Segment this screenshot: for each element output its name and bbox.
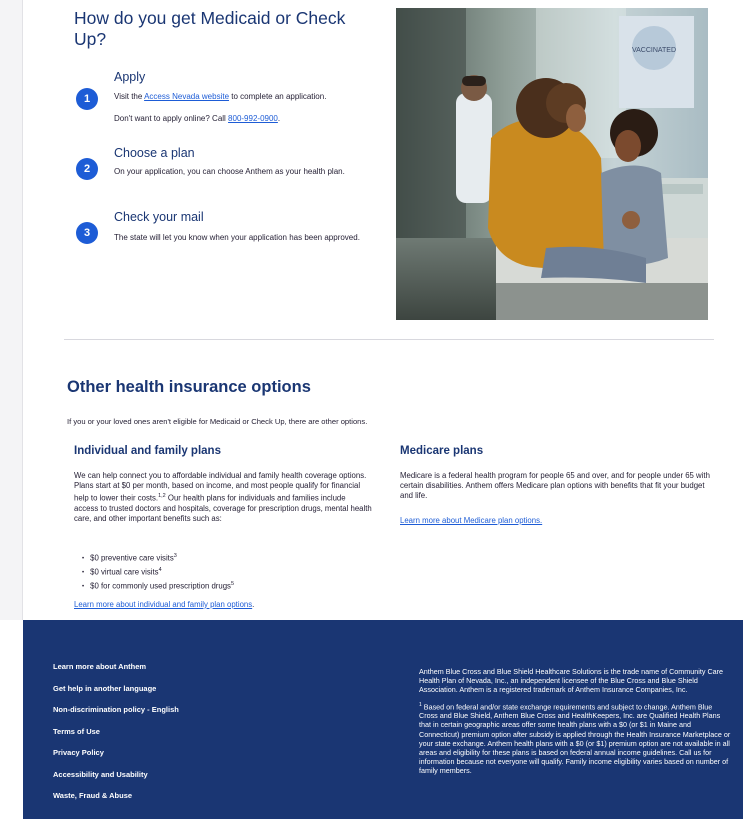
step-title: Check your mail <box>114 210 204 224</box>
footnote-ref: 5 <box>230 581 235 588</box>
footer-link-learn-more[interactable]: Learn more about Anthem <box>53 662 179 672</box>
step-title: Choose a plan <box>114 146 195 160</box>
step-text-call: Don't want to apply online? Call 800-992… <box>114 114 376 124</box>
medicare-link-wrap: Learn more about Medicare plan options. <box>400 516 542 525</box>
link-suffix: . <box>252 600 255 609</box>
footer-link-privacy[interactable]: Privacy Policy <box>53 748 179 758</box>
benefits-list: $0 preventive care visits3 $0 virtual ca… <box>82 551 234 593</box>
step-title: Apply <box>114 70 146 84</box>
step-number-badge: 1 <box>76 88 98 110</box>
step-text-suffix: . <box>277 114 281 123</box>
footer-link-waste-fraud[interactable]: Waste, Fraud & Abuse <box>53 791 179 801</box>
footnote-ref: 4 <box>158 567 162 574</box>
individual-plans-link[interactable]: Learn more about individual and family p… <box>74 600 252 609</box>
step-text-prefix: Visit the <box>114 92 145 101</box>
step-text: On your application, you can choose Anth… <box>114 167 345 176</box>
list-item-text: $0 for commonly used prescription drugs <box>90 581 231 591</box>
site-footer: Learn more about Anthem Get help in anot… <box>23 620 743 819</box>
legal-footnote-1: 1 Based on federal and/or state exchange… <box>419 701 731 776</box>
list-item-text: $0 virtual care visits <box>90 567 159 577</box>
footer-links: Learn more about Anthem Get help in anot… <box>53 662 179 813</box>
step-number-badge: 3 <box>76 222 98 244</box>
step-text-suffix: to complete an application. <box>229 92 327 101</box>
list-item-text: $0 preventive care visits <box>90 553 174 563</box>
footnote-ref: 3 <box>173 553 177 559</box>
medicare-plans-title: Medicare plans <box>400 445 484 457</box>
left-sidebar-edge <box>0 0 23 620</box>
phone-link[interactable]: 800-992-0900 <box>228 114 278 123</box>
list-item: $0 virtual care visits4 <box>82 565 234 579</box>
step-text: The state will let you know when your ap… <box>114 233 360 242</box>
clinic-photo-illustration: VACCINATED <box>396 8 708 320</box>
access-nevada-link[interactable]: Access Nevada website <box>144 92 229 101</box>
footnote-ref: 1,2 <box>158 493 166 500</box>
section-divider <box>64 339 714 340</box>
footer-link-non-discrimination[interactable]: Non-discrimination policy - English <box>53 705 179 715</box>
legal-footnote-text: Based on federal and/or state exchange r… <box>419 702 731 776</box>
footer-link-terms[interactable]: Terms of Use <box>53 727 179 737</box>
step-text-prefix: Don't want to apply online? Call <box>114 114 229 123</box>
list-item: $0 preventive care visits3 <box>82 551 234 565</box>
individual-plans-link-wrap: Learn more about individual and family p… <box>74 600 254 609</box>
footer-legal: Anthem Blue Cross and Blue Shield Health… <box>419 667 731 782</box>
step-text: Visit the Access Nevada website to compl… <box>114 92 376 102</box>
list-item: $0 for commonly used prescription drugs5 <box>82 579 234 593</box>
other-options-title: Other health insurance options <box>67 378 311 396</box>
step-number-badge: 2 <box>76 158 98 180</box>
individual-plans-title: Individual and family plans <box>74 445 221 457</box>
individual-plans-text: We can help connect you to affordable in… <box>74 471 372 525</box>
page-title: How do you get Medicaid or Check Up? <box>74 8 346 49</box>
medicare-plans-link[interactable]: Learn more about Medicare plan options. <box>400 516 542 525</box>
footer-link-language-help[interactable]: Get help in another language <box>53 684 179 694</box>
legal-trade-name: Anthem Blue Cross and Blue Shield Health… <box>419 667 724 695</box>
medicare-plans-text: Medicare is a federal health program for… <box>400 471 710 501</box>
poster-text: VACCINATED <box>632 47 676 54</box>
other-options-intro: If you or your loved ones aren't eligibl… <box>67 417 368 426</box>
clinic-photo: VACCINATED <box>396 8 708 320</box>
footer-link-accessibility[interactable]: Accessibility and Usability <box>53 770 179 780</box>
